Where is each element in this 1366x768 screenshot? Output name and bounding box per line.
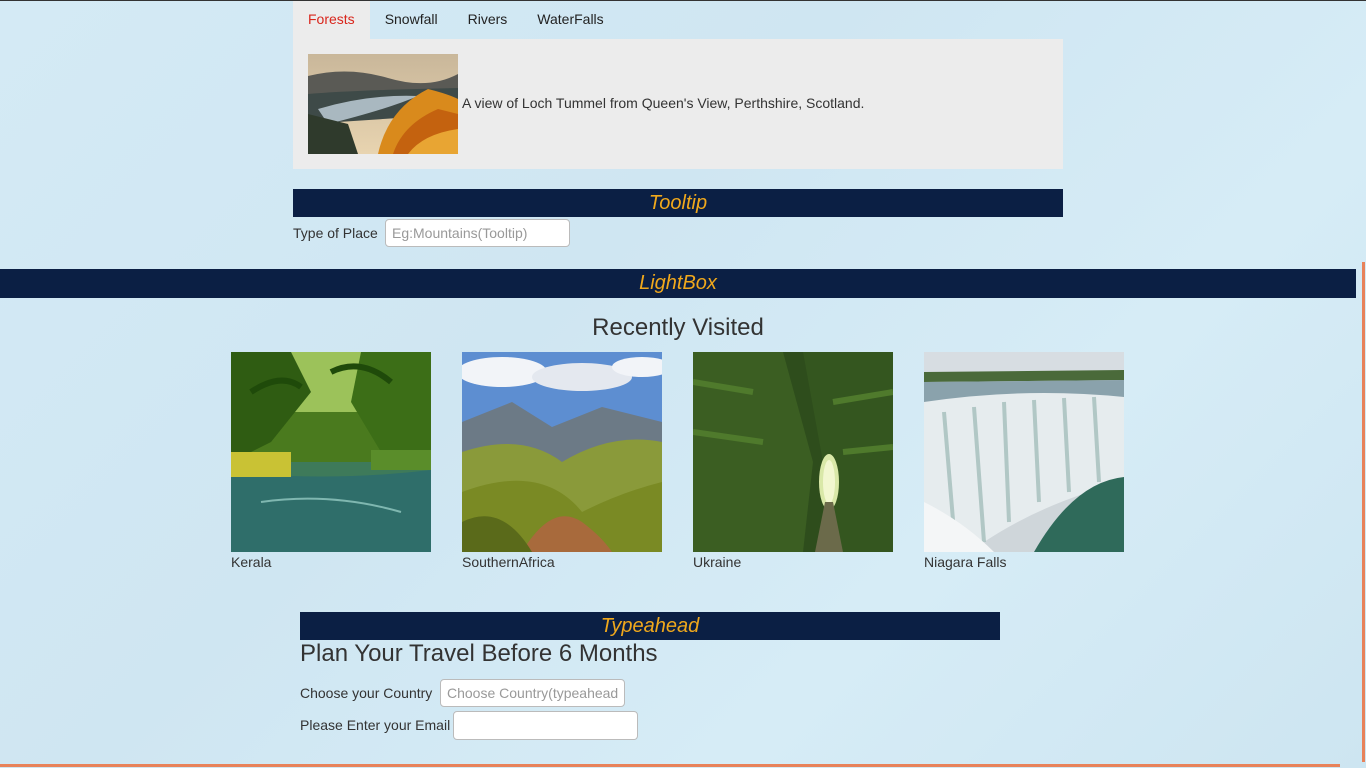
gallery-label-ukraine: Ukraine bbox=[693, 554, 742, 570]
ukraine-image[interactable] bbox=[693, 352, 893, 552]
plan-travel-heading: Plan Your Travel Before 6 Months bbox=[300, 640, 658, 667]
gallery-label-southern-africa: SouthernAfrica bbox=[462, 554, 555, 570]
email-label: Please Enter your Email bbox=[300, 717, 451, 733]
tab-forests[interactable]: Forests bbox=[293, 1, 370, 39]
type-of-place-label: Type of Place bbox=[293, 225, 378, 241]
tab-waterfalls[interactable]: WaterFalls bbox=[522, 1, 618, 39]
gallery-label-kerala: Kerala bbox=[231, 554, 272, 570]
gallery-item-southern-africa[interactable]: SouthernAfrica bbox=[462, 352, 662, 570]
tabs-widget: Forests Snowfall Rivers WaterFalls A vie… bbox=[293, 1, 1063, 169]
niagara-falls-image[interactable] bbox=[924, 352, 1124, 552]
gallery-label-niagara-falls: Niagara Falls bbox=[924, 554, 1007, 570]
gallery-item-ukraine[interactable]: Ukraine bbox=[693, 352, 893, 570]
tab-panel-caption: A view of Loch Tummel from Queen's View,… bbox=[462, 95, 865, 111]
country-typeahead-input[interactable] bbox=[440, 679, 625, 707]
loch-tummel-image bbox=[308, 54, 458, 154]
tab-panel: A view of Loch Tummel from Queen's View,… bbox=[293, 39, 1063, 169]
bottom-border bbox=[0, 764, 1340, 767]
kerala-image[interactable] bbox=[231, 352, 431, 552]
tab-rivers[interactable]: Rivers bbox=[453, 1, 523, 39]
type-of-place-input[interactable] bbox=[385, 219, 570, 247]
southern-africa-image[interactable] bbox=[462, 352, 662, 552]
tab-bar: Forests Snowfall Rivers WaterFalls bbox=[293, 1, 1063, 39]
scrollbar[interactable] bbox=[1362, 262, 1365, 762]
tooltip-section-header: Tooltip bbox=[293, 189, 1063, 217]
gallery-item-niagara-falls[interactable]: Niagara Falls bbox=[924, 352, 1124, 570]
lightbox-section-header: LightBox bbox=[0, 269, 1356, 298]
recently-visited-heading: Recently Visited bbox=[592, 314, 764, 341]
choose-country-label: Choose your Country bbox=[300, 685, 433, 701]
tab-snowfall[interactable]: Snowfall bbox=[370, 1, 453, 39]
gallery-item-kerala[interactable]: Kerala bbox=[231, 352, 431, 570]
email-input[interactable] bbox=[453, 711, 638, 740]
typeahead-section-header: Typeahead bbox=[300, 612, 1000, 640]
